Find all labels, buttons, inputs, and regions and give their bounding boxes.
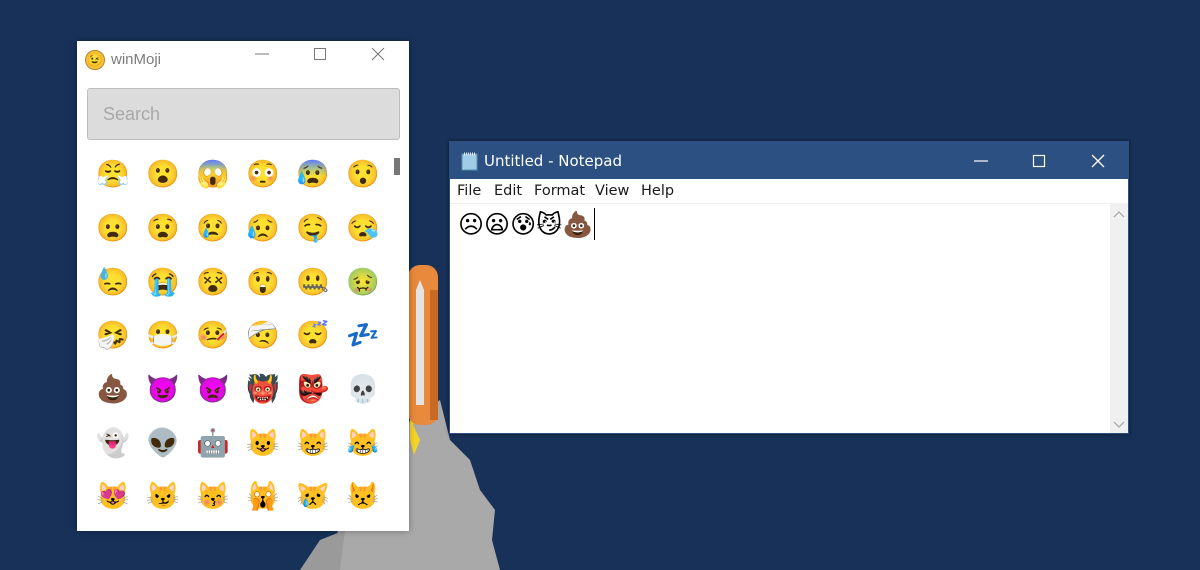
emoji-button[interactable]: 🙀 xyxy=(238,470,288,524)
emoji-button[interactable]: 😦 xyxy=(88,202,138,256)
menu-bar: File Edit Format View Help xyxy=(450,179,1128,204)
vertical-scrollbar[interactable] xyxy=(1110,204,1128,433)
emoji-button[interactable]: 😰 xyxy=(288,148,338,202)
emoji-button[interactable]: 😧 xyxy=(138,202,188,256)
scroll-down-icon[interactable] xyxy=(1113,421,1125,429)
emoji-button[interactable]: 👻 xyxy=(88,416,138,470)
editor-content: ☹😦😰😼💩 xyxy=(458,210,594,239)
rocket-body xyxy=(408,265,438,425)
emoji-button[interactable]: 👺 xyxy=(288,363,338,417)
emoji-button[interactable]: 😾 xyxy=(338,470,388,524)
emoji-button[interactable]: 😥 xyxy=(238,202,288,256)
text-caret xyxy=(594,208,596,240)
emoji-button[interactable]: 😳 xyxy=(238,148,288,202)
emoji-button[interactable]: 🤒 xyxy=(188,309,238,363)
emoji-button[interactable]: 😴 xyxy=(288,309,338,363)
emoji-button[interactable]: 😿 xyxy=(288,470,338,524)
emoji-button[interactable]: 🤤 xyxy=(288,202,338,256)
emoji-button[interactable]: 😮 xyxy=(138,148,188,202)
emoji-button[interactable]: 👿 xyxy=(188,363,238,417)
close-icon xyxy=(1091,154,1105,167)
close-icon xyxy=(371,47,385,61)
emoji-button[interactable]: 😸 xyxy=(288,416,338,470)
menu-edit[interactable]: Edit xyxy=(494,183,522,199)
scroll-up-icon[interactable] xyxy=(1113,210,1125,218)
minimize-button[interactable] xyxy=(245,47,279,71)
maximize-button[interactable] xyxy=(1010,142,1068,179)
emoji-button[interactable]: 😺 xyxy=(238,416,288,470)
emoji-button[interactable]: 💩 xyxy=(88,363,138,417)
emoji-button[interactable]: 🤐 xyxy=(288,255,338,309)
emoji-button[interactable]: 😯 xyxy=(338,148,388,202)
emoji-button[interactable]: 😵 xyxy=(188,255,238,309)
notepad-window: Untitled - Notepad File Edit Format View… xyxy=(449,141,1129,434)
minimize-icon xyxy=(255,53,269,55)
maximize-icon xyxy=(314,48,326,60)
emoji-button[interactable]: 😈 xyxy=(138,363,188,417)
emoji-button[interactable]: 💀 xyxy=(338,363,388,417)
emoji-button[interactable]: 😷 xyxy=(138,309,188,363)
emoji-button[interactable]: 😢 xyxy=(188,202,238,256)
close-button[interactable] xyxy=(1069,142,1127,179)
emoji-button[interactable]: 👹 xyxy=(238,363,288,417)
emoji-grid: 😤 😮 😱 😳 😰 😯 😦 😧 😢 😥 🤤 😪 😓 😭 😵 😲 🤐 🤢 🤧 😷 🤒 🤕 😴 💤 💩 😈 👿 👹 👺 💀 👻 👽 🤖 😺 😸 😹 😻 😼 😽 🙀… xyxy=(88,148,388,524)
maximize-icon xyxy=(1032,154,1046,167)
emoji-button[interactable]: 🤢 xyxy=(338,255,388,309)
text-editor[interactable]: ☹😦😰😼💩 xyxy=(450,204,1110,433)
emoji-button[interactable]: 🤕 xyxy=(238,309,288,363)
menu-format[interactable]: Format xyxy=(534,183,585,199)
notepad-app-icon xyxy=(461,152,478,171)
minimize-button[interactable] xyxy=(952,142,1010,179)
winmoji-window: 😉 winMoji 😤😮😱😳😰😯 😦😧😢😥🤤😪 😓😭😵😲🤐🤢 🤧😷🤒🤕😴💤 💩😈👿👹👺💀… xyxy=(77,41,409,531)
menu-help[interactable]: Help xyxy=(641,183,674,199)
emoji-button[interactable]: 😹 xyxy=(338,416,388,470)
winmoji-app-icon: 😉 xyxy=(85,50,105,70)
notepad-titlebar[interactable]: Untitled - Notepad xyxy=(450,142,1128,179)
menu-file[interactable]: File xyxy=(457,183,481,199)
emoji-button[interactable]: 🤖 xyxy=(188,416,238,470)
maximize-button[interactable] xyxy=(303,47,337,71)
minimize-icon xyxy=(974,159,988,162)
emoji-button[interactable]: 😱 xyxy=(188,148,238,202)
emoji-button[interactable]: 💤 xyxy=(338,309,388,363)
window-title: winMoji xyxy=(111,51,162,68)
emoji-button[interactable]: 😽 xyxy=(188,470,238,524)
emoji-button[interactable]: 😲 xyxy=(238,255,288,309)
emoji-button[interactable]: 😻 xyxy=(88,470,138,524)
emoji-button[interactable]: 😪 xyxy=(338,202,388,256)
search-input[interactable] xyxy=(87,88,400,140)
emoji-button[interactable]: 😼 xyxy=(138,470,188,524)
emoji-button[interactable]: 😭 xyxy=(138,255,188,309)
scrollbar-thumb[interactable] xyxy=(394,158,400,175)
close-button[interactable] xyxy=(361,47,395,71)
menu-view[interactable]: View xyxy=(595,183,629,199)
emoji-button[interactable]: 🤧 xyxy=(88,309,138,363)
emoji-button[interactable]: 👽 xyxy=(138,416,188,470)
window-title: Untitled - Notepad xyxy=(484,152,623,170)
emoji-button[interactable]: 😤 xyxy=(88,148,138,202)
winmoji-titlebar[interactable]: 😉 winMoji xyxy=(77,41,409,79)
emoji-button[interactable]: 😓 xyxy=(88,255,138,309)
